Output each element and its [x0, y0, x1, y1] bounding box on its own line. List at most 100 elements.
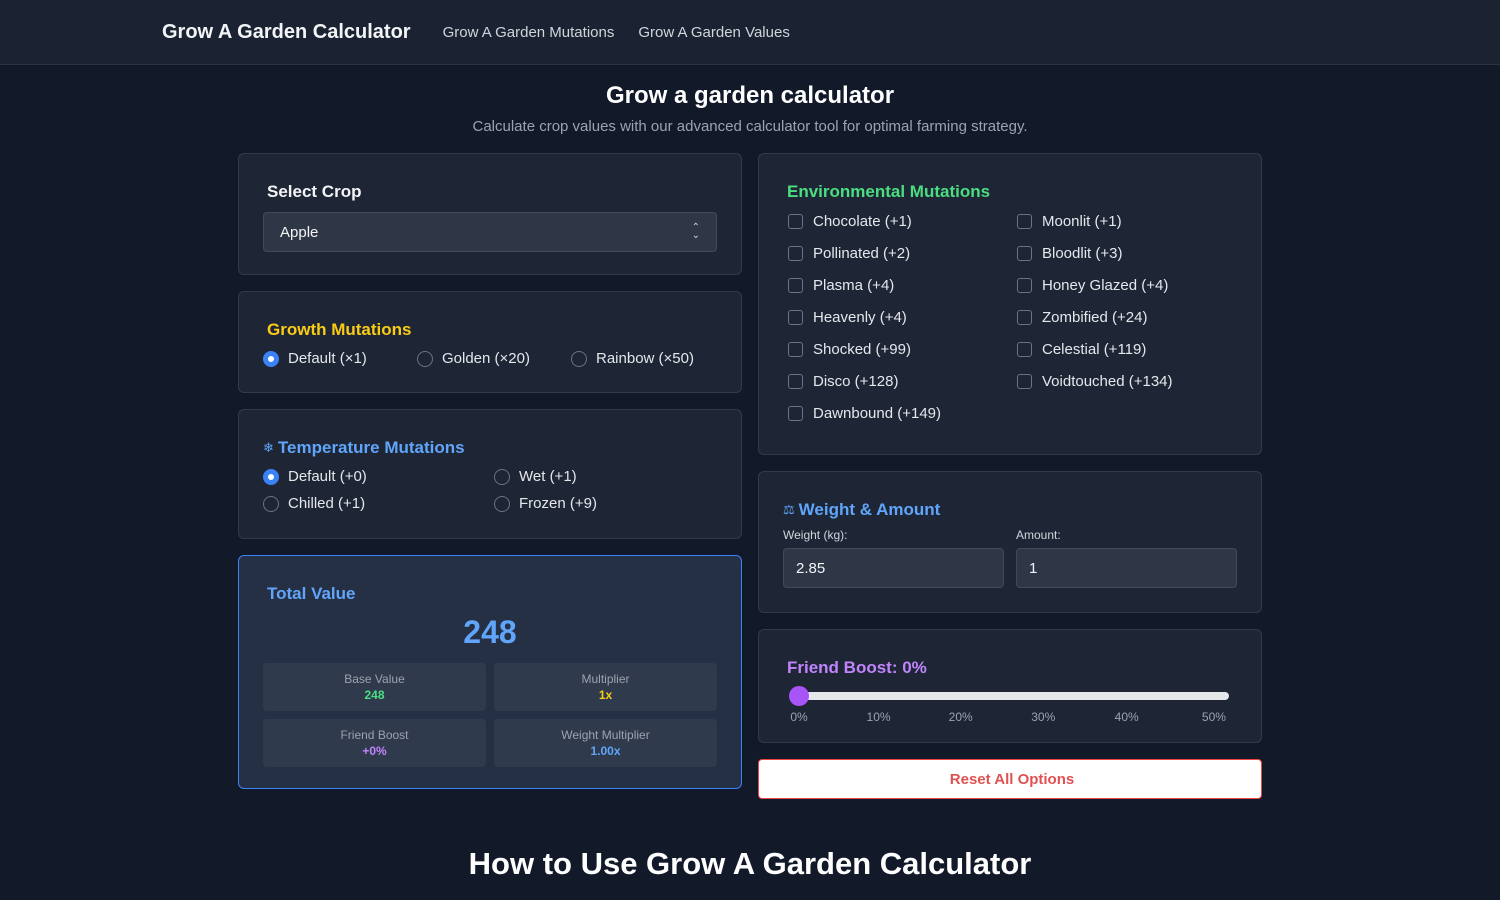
env-option-shocked[interactable]: Shocked (+99) — [788, 340, 1017, 358]
env-option-voidtouched[interactable]: Voidtouched (+134) — [1017, 372, 1246, 390]
slider-tick: 30% — [1031, 710, 1056, 724]
temp-option-label: Chilled (+1) — [288, 495, 366, 512]
weight-multiplier-stat: Weight Multiplier 1.00x — [494, 719, 717, 767]
checkbox[interactable] — [788, 405, 803, 421]
temp-option-label: Frozen (+9) — [519, 495, 597, 512]
env-option-label: Heavenly (+4) — [813, 308, 907, 326]
checkbox[interactable] — [1017, 245, 1032, 261]
growth-option-default[interactable]: Default (×1) — [263, 350, 417, 367]
amount-input[interactable] — [1016, 548, 1237, 588]
growth-option-golden[interactable]: Golden (×20) — [417, 350, 571, 367]
env-option-label: Dawnbound (+149) — [813, 404, 942, 422]
stat-label: Base Value — [344, 672, 405, 686]
slider-tick: 0% — [790, 710, 808, 724]
temp-option-wet[interactable]: Wet (+1) — [494, 468, 725, 485]
page-subtitle: Calculate crop values with our advanced … — [472, 118, 1028, 135]
temp-option-chilled[interactable]: Chilled (+1) — [263, 495, 494, 512]
environmental-mutations-card: Environmental Mutations Chocolate (+1) M… — [758, 153, 1262, 455]
stat-label: Friend Boost — [340, 728, 409, 742]
total-value-title: Total Value — [267, 584, 356, 603]
slider-thumb[interactable] — [789, 686, 809, 706]
weight-amount-title: Weight & Amount — [798, 500, 941, 519]
env-option-disco[interactable]: Disco (+128) — [788, 372, 1017, 390]
snowflake-icon: ❄ — [263, 440, 274, 455]
env-option-plasma[interactable]: Plasma (+4) — [788, 276, 1017, 294]
weight-label: Weight (kg): — [783, 528, 848, 542]
stat-label: Multiplier — [581, 672, 630, 686]
env-option-heavenly[interactable]: Heavenly (+4) — [788, 308, 1017, 326]
brand-link[interactable]: Grow A Garden Calculator — [142, 21, 411, 44]
radio-button[interactable] — [494, 468, 510, 485]
checkbox[interactable] — [788, 245, 803, 261]
checkbox[interactable] — [788, 277, 803, 293]
checkbox[interactable] — [1017, 277, 1032, 293]
total-value-heading: Total Value — [263, 584, 717, 604]
checkbox[interactable] — [788, 213, 803, 229]
how-to-use-heading: How to Use Grow A Garden Calculator — [468, 846, 1032, 881]
env-option-label: Pollinated (+2) — [813, 244, 911, 262]
environmental-mutations-heading: Environmental Mutations — [783, 182, 1237, 202]
slider-tick: 20% — [948, 710, 973, 724]
temp-option-default[interactable]: Default (+0) — [263, 468, 494, 485]
radio-button[interactable] — [494, 495, 510, 512]
select-crop-title: Select Crop — [267, 182, 362, 201]
friend-boost-card: Friend Boost: 0% 0% 10% 20% 30% 40% 50% — [758, 629, 1262, 743]
temp-option-label: Default (+0) — [288, 468, 367, 485]
checkbox[interactable] — [1017, 373, 1032, 389]
env-option-label: Bloodlit (+3) — [1042, 244, 1123, 262]
total-value-card: Total Value 248 Base Value 248 Multiplie… — [238, 555, 742, 789]
temp-option-frozen[interactable]: Frozen (+9) — [494, 495, 725, 512]
radio-button[interactable] — [263, 495, 279, 512]
env-option-chocolate[interactable]: Chocolate (+1) — [788, 212, 1017, 230]
slider-ticks: 0% 10% 20% 30% 40% 50% — [790, 710, 1229, 724]
brand-title: Grow A Garden Calculator — [162, 20, 411, 43]
env-option-honey-glazed[interactable]: Honey Glazed (+4) — [1017, 276, 1246, 294]
friend-boost-stat: Friend Boost +0% — [263, 719, 486, 767]
growth-option-label: Rainbow (×50) — [596, 350, 694, 367]
reset-label: Reset All Options — [949, 770, 1075, 788]
page-title: Grow a garden calculator — [605, 82, 895, 109]
radio-button[interactable] — [263, 350, 279, 367]
temp-option-label: Wet (+1) — [519, 468, 577, 485]
checkbox[interactable] — [788, 373, 803, 389]
env-option-pollinated[interactable]: Pollinated (+2) — [788, 244, 1017, 262]
slider-tick: 50% — [1201, 710, 1226, 724]
env-option-bloodlit[interactable]: Bloodlit (+3) — [1017, 244, 1246, 262]
env-option-celestial[interactable]: Celestial (+119) — [1017, 340, 1246, 358]
env-option-dawnbound[interactable]: Dawnbound (+149) — [788, 404, 1017, 422]
env-option-label: Celestial (+119) — [1042, 340, 1147, 358]
nav-link-mutations[interactable]: Grow A Garden Mutations — [443, 24, 615, 41]
chevron-up-down-icon: ⌃ ⌄ — [691, 222, 700, 241]
env-option-moonlit[interactable]: Moonlit (+1) — [1017, 212, 1246, 230]
checkbox[interactable] — [1017, 213, 1032, 229]
checkbox[interactable] — [1017, 309, 1032, 325]
radio-button[interactable] — [571, 350, 587, 367]
radio-button[interactable] — [263, 468, 279, 485]
friend-boost-title: Friend Boost: 0% — [787, 658, 927, 677]
select-crop-card: Select Crop Apple ⌃ ⌄ — [238, 153, 742, 275]
weight-input[interactable] — [783, 548, 1004, 588]
checkbox[interactable] — [788, 341, 803, 357]
growth-option-label: Default (×1) — [288, 350, 367, 367]
radio-button[interactable] — [417, 350, 433, 367]
multiplier-stat: Multiplier 1x — [494, 663, 717, 711]
weight-amount-heading: ⚖ Weight & Amount — [783, 500, 1237, 520]
weight-amount-card: ⚖ Weight & Amount Weight (kg): Amount: — [758, 471, 1262, 613]
reset-all-button[interactable]: Reset All Options — [758, 759, 1262, 799]
growth-option-rainbow[interactable]: Rainbow (×50) — [571, 350, 694, 367]
friend-boost-slider[interactable] — [789, 686, 1229, 706]
env-option-label: Shocked (+99) — [813, 340, 911, 358]
checkbox[interactable] — [788, 309, 803, 325]
env-option-zombified[interactable]: Zombified (+24) — [1017, 308, 1246, 326]
environmental-mutations-title: Environmental Mutations — [787, 182, 991, 201]
crop-select[interactable]: Apple ⌃ ⌄ — [263, 212, 717, 252]
nav-link-values[interactable]: Grow A Garden Values — [638, 24, 789, 41]
temperature-mutations-card: ❄ Temperature Mutations Default (+0) Wet… — [238, 409, 742, 539]
weight-multiplier-value: 1.00x — [590, 744, 621, 758]
top-navbar: Grow A Garden Calculator Grow A Garden M… — [0, 0, 1500, 65]
crop-select-value: Apple — [280, 223, 319, 241]
env-option-label: Disco (+128) — [813, 372, 899, 390]
growth-mutations-card: Growth Mutations Default (×1) Golden (×2… — [238, 291, 742, 393]
friend-boost-value: +0% — [362, 744, 387, 758]
checkbox[interactable] — [1017, 341, 1032, 357]
